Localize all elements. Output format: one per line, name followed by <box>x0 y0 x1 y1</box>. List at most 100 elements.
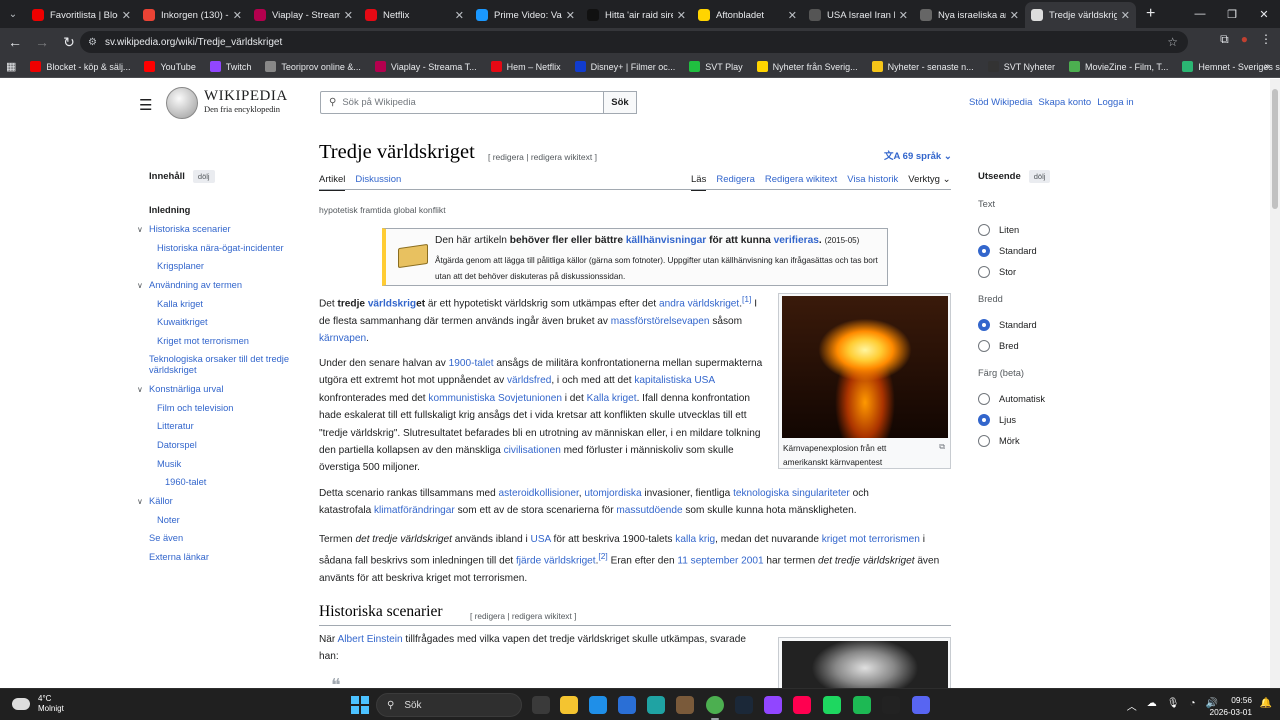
radio-color-automatisk[interactable]: Automatisk <box>978 393 1045 405</box>
search-button[interactable]: Sök <box>603 91 637 114</box>
article-link[interactable]: kommunistiska Sovjetunionen <box>428 393 562 404</box>
article-link[interactable]: världsfred <box>507 375 551 386</box>
chevron-down-icon[interactable]: ∨ <box>137 497 143 506</box>
article-link[interactable]: USA <box>531 534 551 545</box>
twitch-icon[interactable] <box>764 696 782 714</box>
wikipedia-wordmark[interactable]: WIKIPEDIA <box>204 88 288 105</box>
toc-item[interactable]: 1960-talet <box>165 477 206 487</box>
article-link[interactable]: massförstörelsevapen <box>611 316 710 327</box>
tab-close-icon[interactable]: ✕ <box>344 9 353 22</box>
enlarge-icon[interactable]: ⧉ <box>939 442 945 452</box>
radio-circle[interactable] <box>978 319 990 331</box>
tab-close-icon[interactable]: ✕ <box>899 9 908 22</box>
nuclear-explosion-image[interactable] <box>782 296 948 438</box>
wifi-icon[interactable]: ◔ <box>1190 698 1196 713</box>
bookmark-item[interactable]: Viaplay - Streama T... <box>374 61 477 72</box>
article-link[interactable]: 11 september 2001 <box>677 556 763 567</box>
article-link[interactable]: civilisationen <box>504 445 561 456</box>
bookmark-item[interactable]: Twitch <box>209 61 251 72</box>
toc-item[interactable]: Kuwaitkriget <box>157 317 208 327</box>
article-link[interactable]: utomjordiska <box>584 488 641 499</box>
toc-item[interactable]: Teknologiska orsaker till det tredje vär… <box>149 354 294 376</box>
toc-item[interactable]: Noter <box>157 515 180 525</box>
new-tab-button[interactable]: + <box>1146 5 1155 23</box>
title-edit-links[interactable]: [ redigera | redigera wikitext ] <box>488 152 597 162</box>
article-link[interactable]: massutdöende <box>616 505 682 516</box>
weather-widget[interactable]: 4°C Molnigt <box>12 694 64 714</box>
bookmark-item[interactable]: Nyheter från Sverig... <box>756 61 858 72</box>
notification-icon[interactable]: 🔔 <box>1260 698 1272 709</box>
bookmark-item[interactable]: YouTube <box>144 61 196 72</box>
app-icon[interactable] <box>676 696 694 714</box>
spotify-icon[interactable] <box>823 696 841 714</box>
toc-hide-button[interactable]: dölj <box>192 170 215 183</box>
toc-item[interactable]: Kriget mot terrorismen <box>157 336 249 346</box>
taskbar-search[interactable]: ⚲ Sök <box>376 693 522 717</box>
article-link[interactable]: världskrig <box>368 298 416 309</box>
browser-tab[interactable]: Netflix ✕ <box>359 2 470 28</box>
bookmark-item[interactable]: SVT Play <box>689 61 743 72</box>
edge-icon[interactable] <box>589 696 607 714</box>
donate-link[interactable]: Stöd Wikipedia <box>969 97 1032 108</box>
radio-circle[interactable] <box>978 393 990 405</box>
radio-circle[interactable] <box>978 414 990 426</box>
start-button[interactable] <box>351 696 369 714</box>
bookmark-item[interactable]: Teoriprov online &... <box>265 61 361 72</box>
footnote-link[interactable]: [1] <box>742 294 751 304</box>
browser-menu-icon[interactable]: ⋮ <box>1260 32 1272 47</box>
close-window-icon[interactable]: ✕ <box>1248 0 1280 28</box>
browser-tab[interactable]: Aftonbladet ✕ <box>692 2 803 28</box>
toc-item[interactable]: Musik <box>157 459 181 469</box>
radio-circle[interactable] <box>978 266 990 278</box>
radio-color-ljus[interactable]: Ljus <box>978 414 1016 426</box>
tab-close-icon[interactable]: ✕ <box>122 9 131 22</box>
article-link[interactable]: andra världskriget <box>659 298 739 309</box>
article-link[interactable]: kapitalistiska USA <box>634 375 714 386</box>
toc-item[interactable]: Se även <box>149 533 183 543</box>
reload-icon[interactable]: ↻ <box>57 30 81 54</box>
chevron-down-icon[interactable]: ∨ <box>137 385 143 394</box>
tab-close-icon[interactable]: ✕ <box>566 9 575 22</box>
chevron-down-icon[interactable]: ∨ <box>137 225 143 234</box>
steam-icon[interactable] <box>735 696 753 714</box>
minimize-icon[interactable]: — <box>1184 0 1216 28</box>
toc-item[interactable]: Användning av termen <box>149 280 242 290</box>
bookmark-star-icon[interactable]: ☆ <box>1167 35 1178 49</box>
toc-item[interactable]: Datorspel <box>157 440 197 450</box>
appearance-hide-button[interactable]: dölj <box>1028 170 1051 183</box>
toc-item[interactable]: Film och television <box>157 403 233 413</box>
restore-icon[interactable]: ❐ <box>1216 0 1248 28</box>
verify-link[interactable]: verifieras <box>774 235 819 246</box>
create-account-link[interactable]: Skapa konto <box>1038 97 1091 108</box>
discord-icon[interactable] <box>912 696 930 714</box>
app-icon[interactable] <box>853 696 871 714</box>
article-link[interactable]: kriget mot terrorismen <box>822 534 920 545</box>
radio-text-stor[interactable]: Stor <box>978 266 1016 278</box>
site-info-icon[interactable]: ⚙ <box>88 37 97 48</box>
address-bar[interactable]: ⚙ sv.wikipedia.org/wiki/Tredje_världskri… <box>80 31 1188 53</box>
browser-tab[interactable]: Prime Video: Vakt ✕ <box>470 2 581 28</box>
toc-item[interactable]: Kalla kriget <box>157 299 203 309</box>
file-explorer-icon[interactable] <box>560 696 578 714</box>
outlook-icon[interactable] <box>618 696 636 714</box>
bookmark-item[interactable]: Nyheter - senaste n... <box>871 61 974 72</box>
toc-item[interactable]: Historiska nära-ögat-incidenter <box>157 243 284 253</box>
radio-circle[interactable] <box>978 340 990 352</box>
browser-tab[interactable]: USA Israel Iran Ko ✕ <box>803 2 914 28</box>
bookmark-item[interactable]: Hem – Netflix <box>490 61 561 72</box>
toc-item[interactable]: Externa länkar <box>149 552 209 562</box>
search-input[interactable]: ⚲ Sök på Wikipedia <box>320 91 604 114</box>
bookmark-item[interactable]: Disney+ | Filmer oc... <box>574 61 675 72</box>
chevron-down-icon[interactable]: ∨ <box>137 281 143 290</box>
toc-item[interactable]: Litteratur <box>157 421 194 431</box>
footnote-link[interactable]: [2] <box>598 551 607 561</box>
app-icon[interactable] <box>647 696 665 714</box>
radio-width-bred[interactable]: Bred <box>978 340 1019 352</box>
browser-tab[interactable]: Viaplay - Streama ✕ <box>248 2 359 28</box>
toc-item[interactable]: Historiska scenarier <box>149 224 231 234</box>
radio-width-standard[interactable]: Standard <box>978 319 1037 331</box>
app-icon[interactable] <box>882 696 900 714</box>
radio-text-standard[interactable]: Standard <box>978 245 1037 257</box>
tab-close-icon[interactable]: ✕ <box>1121 9 1130 22</box>
tab-close-icon[interactable]: ✕ <box>233 9 242 22</box>
